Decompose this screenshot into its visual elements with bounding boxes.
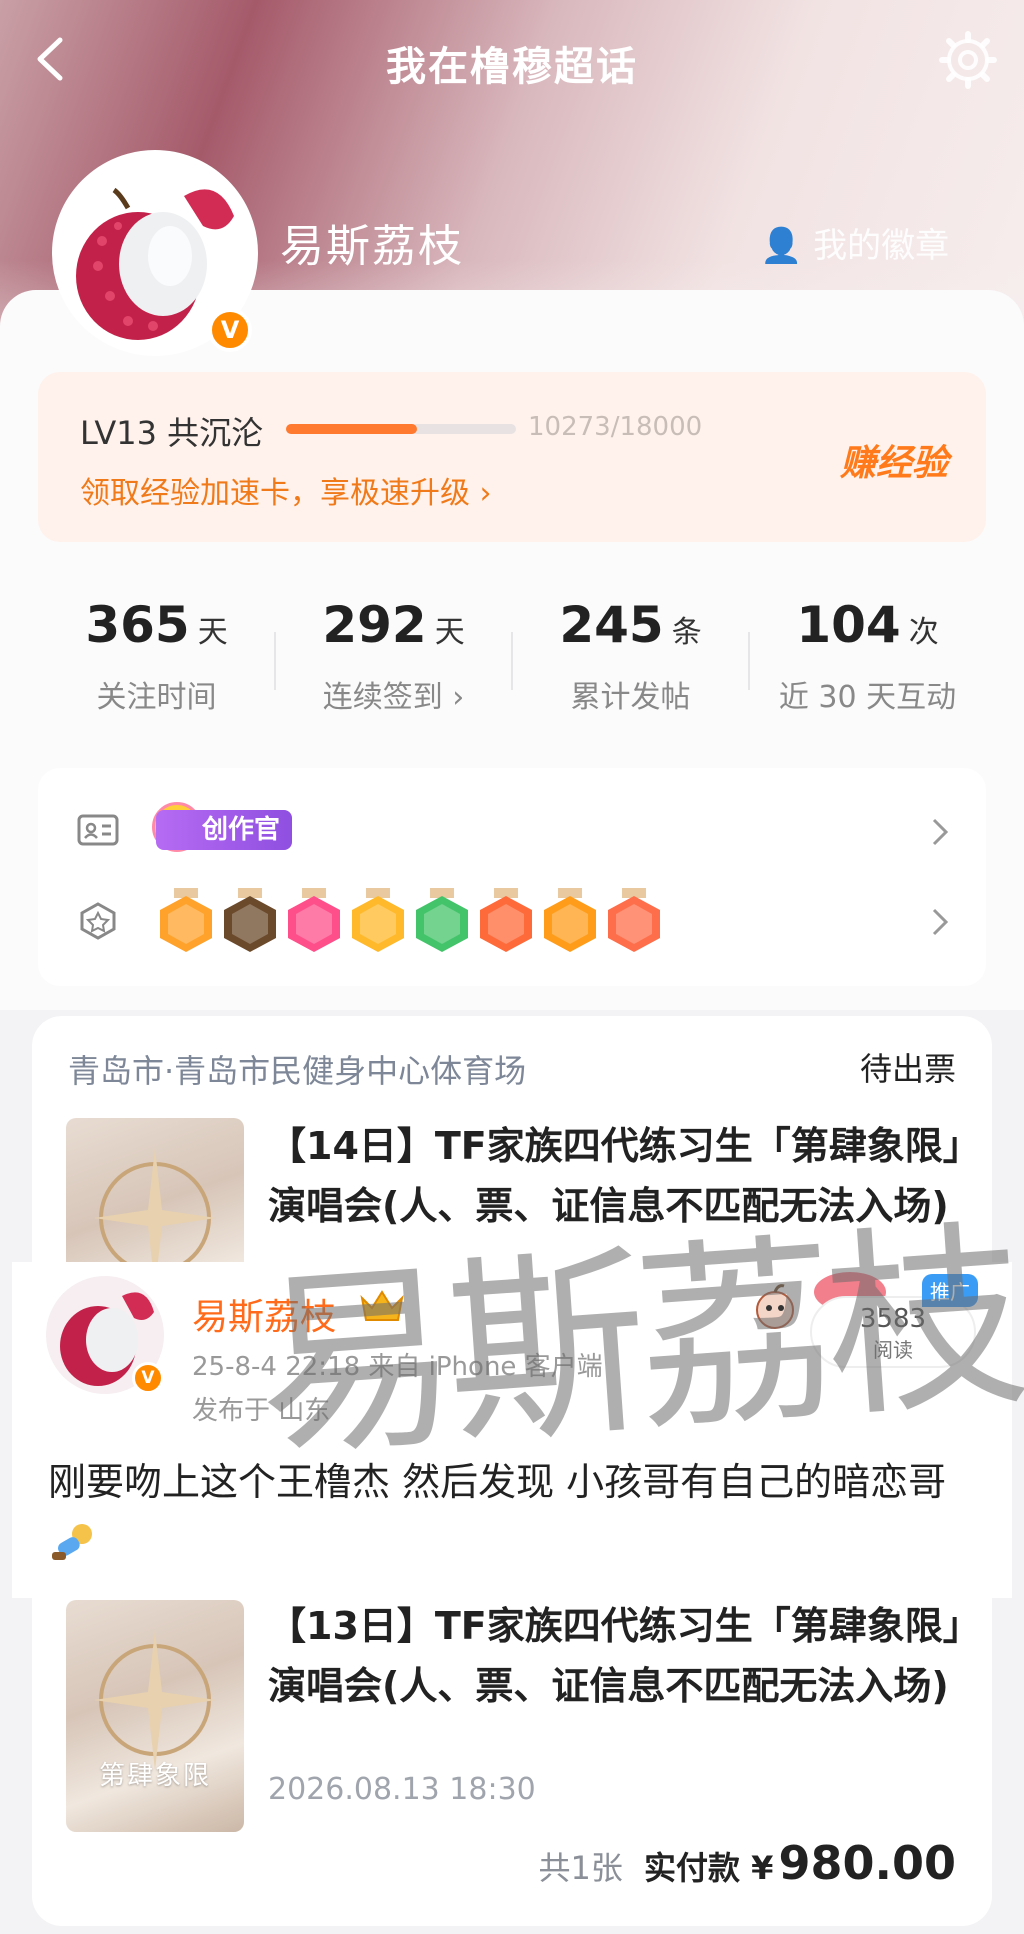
verified-badge: V — [132, 1362, 164, 1394]
apple-sticker-icon — [756, 1284, 794, 1329]
post-author[interactable]: 易斯荔枝 — [192, 1288, 336, 1340]
level-card[interactable]: LV13 共沉沦 10273/18000 领取经验加速卡，享极速升级 › 赚经验 — [38, 372, 986, 542]
crown-medal-icon[interactable] — [156, 888, 216, 958]
stat-checkin-days[interactable]: 292 天 连续签到 › — [275, 570, 512, 740]
venue-name: 青岛市·青岛市民健身中心体育场 — [68, 1052, 527, 1090]
stat-unit: 天 — [197, 615, 228, 650]
reads-count: 3583 — [859, 1304, 927, 1334]
stat-label: 近 30 天互动 — [778, 680, 957, 715]
stat-unit: 天 — [434, 615, 465, 650]
lv13-medal-icon[interactable] — [284, 888, 344, 958]
chevron-right-icon[interactable] — [928, 812, 952, 852]
username: 易斯荔枝 — [280, 221, 464, 272]
chevron-right-icon: › — [479, 476, 492, 511]
page-title: 我在橹穆超话 — [386, 44, 638, 90]
30-days-medal-icon[interactable] — [540, 888, 600, 958]
crown-icon — [360, 1290, 404, 1321]
event-poster: 第肆象限 — [66, 1600, 244, 1832]
gear-icon[interactable] — [938, 30, 998, 90]
promo-tag[interactable]: 推广 — [922, 1274, 978, 1307]
ticket-quantity: 共1张 — [538, 1849, 623, 1887]
stat-value: 292 — [322, 596, 427, 654]
hi-medal-icon[interactable] — [348, 888, 408, 958]
id-card-icon — [77, 814, 119, 846]
stat-unit: 条 — [671, 615, 702, 650]
stat-value: 245 — [559, 596, 664, 654]
person-emoji-icon — [52, 1523, 92, 1560]
level-progress-fill — [286, 424, 418, 434]
stat-value: 365 — [85, 596, 190, 654]
stat-total-posts: 245 条 累计发帖 — [512, 570, 749, 740]
my-badge-label: 我的徽章 — [813, 226, 950, 266]
medal-outline-icon — [80, 902, 116, 940]
stat-unit: 次 — [908, 615, 939, 650]
price-row: 共1张 实付款 ¥ 980.00 — [539, 1836, 956, 1890]
stat-label: 关注时间 — [96, 680, 217, 715]
stat-value: 104 — [796, 596, 901, 654]
boost-card-link[interactable]: 领取经验加速卡，享极速升级 › — [80, 468, 492, 512]
hand-medal-icon[interactable] — [412, 888, 472, 958]
stat-interactions: 104 次 近 30 天互动 — [749, 570, 986, 740]
super-medal-icon[interactable] — [220, 888, 280, 958]
post-location: 发布于 山东 — [192, 1396, 331, 1426]
100-days-medal-icon[interactable] — [476, 888, 536, 958]
stats-row: 365 天 关注时间 292 天 连续签到 › 245 条 累计发帖 104 次 近 3… — [38, 570, 986, 750]
my-badge-link[interactable]: 👤 我的徽章 — [760, 218, 949, 267]
level-progress-text: 10273/18000 — [528, 412, 703, 442]
post-body: 刚要吻上这个王橹杰 然后发现 小孩哥有自己的暗恋哥 — [48, 1460, 947, 1504]
post-text: 刚要吻上这个王橹杰 然后发现 小孩哥有自己的暗恋哥 — [48, 1452, 978, 1572]
top-bar: 我在橹穆超话 — [0, 20, 1024, 100]
paid-label: 实付款 — [644, 1849, 741, 1887]
star-ring-icon — [94, 1630, 216, 1770]
paid-amount: 980.00 — [778, 1836, 956, 1890]
order-status: 待出票 — [859, 1050, 956, 1088]
event-date: 2026.08.13 18:30 — [268, 1772, 536, 1807]
poster-caption: 第肆象限 — [98, 1761, 211, 1791]
badges-card: 创作官 — [38, 768, 986, 986]
earn-exp-button[interactable]: 赚经验 — [840, 434, 948, 486]
creator-tag[interactable]: 创作官 — [156, 810, 293, 850]
stat-label: 累计发帖 — [570, 680, 691, 715]
level-label: LV13 共沉沦 — [80, 414, 264, 452]
boost-link-label: 领取经验加速卡，享极速升级 — [80, 476, 470, 511]
stat-label: 连续签到 › — [322, 680, 465, 715]
chevron-right-icon[interactable] — [928, 902, 952, 942]
rock-hand-medal-icon[interactable] — [604, 888, 664, 958]
event-title: 【13日】TF家族四代练习生「第肆象限」演唱会(人、票、证信息不匹配无法入场) — [268, 1604, 962, 1708]
user-icon: 👤 — [760, 226, 803, 266]
reads-label: 阅读 — [873, 1338, 913, 1362]
verified-badge: V — [208, 308, 252, 352]
post-time-source: 25-8-4 22:18 来自 iPhone 客户端 — [192, 1352, 603, 1382]
stat-follow-days: 365 天 关注时间 — [38, 570, 275, 740]
post-overlay[interactable]: V 易斯荔枝 25-8-4 22:18 来自 iPhone 客户端 发布于 山东… — [12, 1262, 1012, 1598]
level-progress-bar — [286, 424, 516, 434]
event-title: 【14日】TF家族四代练习生「第肆象限」演唱会(人、票、证信息不匹配无法入场) — [268, 1124, 962, 1228]
currency-symbol: ¥ — [751, 1849, 774, 1887]
